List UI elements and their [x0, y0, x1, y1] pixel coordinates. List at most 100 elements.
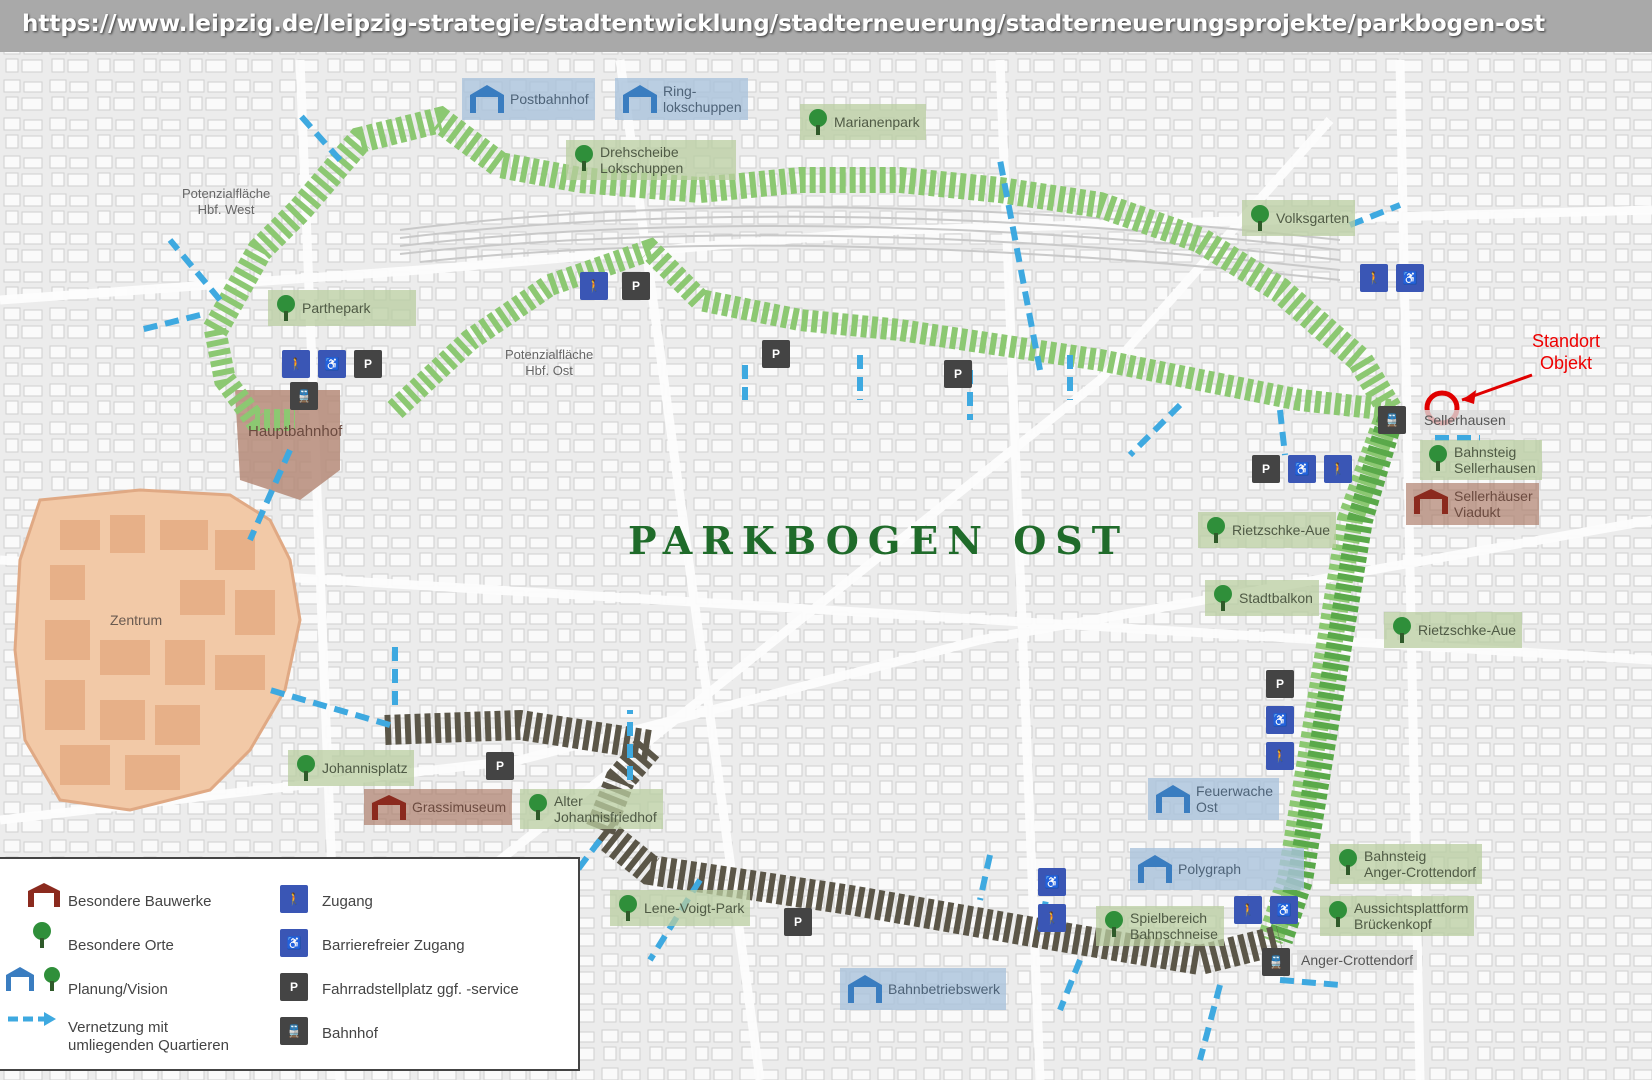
access-icon[interactable]: 🚶: [282, 350, 310, 378]
place-rietzschke-aue-2[interactable]: Rietzschke-Aue: [1384, 612, 1523, 648]
tree-icon: [572, 144, 596, 172]
legend-station: Bahnhof: [322, 1025, 378, 1042]
tree-icon: [1248, 204, 1272, 232]
train-station-icon: 🚆: [280, 1017, 308, 1045]
station-sellerhausen[interactable]: Sellerhausen: [1420, 410, 1510, 430]
place-lene-voigt-park[interactable]: Lene-Voigt-Park: [610, 890, 751, 926]
place-label: Johannisplatz: [322, 760, 408, 776]
building-icon: [370, 793, 408, 821]
place-drehscheibe[interactable]: Drehscheibe Lokschuppen: [566, 140, 736, 180]
plan-ringlokschuppen[interactable]: Ring- lokschuppen: [615, 78, 748, 120]
place-label: Stadtbalkon: [1239, 590, 1313, 606]
legend-access: Zugang: [322, 893, 373, 910]
access-icon[interactable]: 🚶: [580, 272, 608, 300]
wheelchair-icon[interactable]: ♿: [1396, 264, 1424, 292]
wheelchair-icon[interactable]: ♿: [1288, 455, 1316, 483]
potential-area-west: Potenzialfläche Hbf. West: [182, 186, 270, 218]
plan-icon: [621, 83, 659, 115]
bike-parking-icon[interactable]: P: [1266, 670, 1294, 698]
potential-area-east-line2: Hbf. Ost: [525, 363, 573, 378]
tree-icon: [526, 793, 550, 821]
bike-parking-icon: P: [280, 973, 308, 1001]
access-icon[interactable]: 🚶: [1234, 896, 1262, 924]
wheelchair-icon: ♿: [280, 929, 308, 957]
place-johannisplatz[interactable]: Johannisplatz: [288, 750, 414, 786]
bike-parking-icon[interactable]: P: [762, 340, 790, 368]
plan-icon: [468, 83, 506, 115]
bike-parking-icon[interactable]: P: [622, 272, 650, 300]
wheelchair-icon[interactable]: ♿: [1270, 896, 1298, 924]
bike-parking-icon[interactable]: P: [354, 350, 382, 378]
legend-planning: Planung/Vision: [68, 981, 168, 998]
place-label: Alter Johannisfriedhof: [554, 793, 657, 825]
station-anger-crottendorf[interactable]: Anger-Crottendorf: [1297, 950, 1418, 970]
plan-label: Postbahnhof: [510, 91, 589, 107]
place-bahnsteig-anger-crottendorf[interactable]: Bahnsteig Anger-Crottendorf: [1330, 844, 1483, 884]
place-stadtbalkon[interactable]: Stadtbalkon: [1205, 580, 1319, 616]
tree-icon: [1102, 910, 1126, 938]
legend-special-places: Besondere Orte: [68, 937, 174, 954]
building-label: Sellerhäuser Viadukt: [1454, 488, 1533, 520]
district-label-zentrum: Zentrum: [110, 612, 163, 628]
plan-icon: [1154, 783, 1192, 815]
place-mariannenpark[interactable]: Marianenpark: [800, 104, 926, 140]
place-label: Spielbereich Bahnschneise: [1130, 910, 1218, 942]
tree-icon: [1204, 516, 1228, 544]
train-station-icon[interactable]: 🚆: [290, 382, 318, 410]
legend-bike: Fahrradstellplatz ggf. -service: [322, 981, 519, 998]
legend-barrier-free: Barrierefreier Zugang: [322, 937, 465, 954]
plan-label: Ring- lokschuppen: [663, 83, 742, 115]
tree-icon: [274, 294, 298, 322]
url-bar: https://www.leipzig.de/leipzig-strategie…: [0, 0, 1652, 52]
url-text[interactable]: https://www.leipzig.de/leipzig-strategie…: [22, 11, 1545, 37]
place-bahnsteig-sellerhausen[interactable]: Bahnsteig Sellerhausen: [1420, 440, 1542, 480]
plan-feuerwache-ost[interactable]: Feuerwache Ost: [1148, 778, 1280, 820]
place-label: Marianenpark: [834, 114, 920, 130]
standort-line2: Objekt: [1540, 353, 1593, 373]
access-icon[interactable]: 🚶: [1360, 264, 1388, 292]
legend-special-buildings: Besondere Bauwerke: [68, 893, 212, 910]
wheelchair-icon[interactable]: ♿: [318, 350, 346, 378]
building-sellerhaeuser-viadukt[interactable]: Sellerhäuser Viadukt: [1406, 483, 1539, 525]
tree-icon: [294, 754, 318, 782]
label-hauptbahnhof: Hauptbahnhof: [248, 423, 343, 440]
place-label: Aussichtsplattform Brückenkopf: [1354, 900, 1469, 932]
map-stage: { "url": "https://www.leipzig.de/leipzig…: [0, 0, 1652, 1080]
wheelchair-icon[interactable]: ♿: [1266, 706, 1294, 734]
plan-polygraph[interactable]: Polygraph: [1130, 848, 1304, 890]
access-icon[interactable]: 🚶: [1324, 455, 1352, 483]
tree-icon: [1211, 584, 1235, 612]
bike-parking-icon[interactable]: P: [784, 908, 812, 936]
access-icon[interactable]: 🚶: [1038, 904, 1066, 932]
place-label: Lene-Voigt-Park: [644, 900, 745, 916]
tree-icon: [806, 108, 830, 136]
place-aussichtsplattform[interactable]: Aussichtsplattform Brückenkopf: [1320, 896, 1475, 936]
train-station-icon[interactable]: 🚆: [1262, 948, 1290, 976]
potential-area-east: Potenzialfläche Hbf. Ost: [505, 347, 593, 379]
train-station-icon[interactable]: 🚆: [1378, 406, 1406, 434]
place-label: Drehscheibe Lokschuppen: [600, 144, 684, 176]
place-volksgarten[interactable]: Volksgarten: [1242, 200, 1356, 236]
tree-icon: [30, 921, 66, 949]
place-alter-johannisfriedhof[interactable]: Alter Johannisfriedhof: [520, 789, 663, 829]
place-parthepark[interactable]: Parthepark: [268, 290, 416, 326]
bike-parking-icon[interactable]: P: [944, 360, 972, 388]
wheelchair-icon[interactable]: ♿: [1038, 868, 1066, 896]
legend-network: Vernetzung mit umliegenden Quartieren: [68, 1019, 229, 1054]
building-grassimuseum[interactable]: Grassimuseum: [364, 789, 513, 825]
building-icon: [26, 881, 62, 909]
place-label: Parthepark: [302, 300, 371, 316]
access-icon[interactable]: 🚶: [1266, 742, 1294, 770]
tree-icon: [1390, 616, 1414, 644]
tree-icon: [1426, 444, 1450, 472]
bike-parking-icon[interactable]: P: [486, 752, 514, 780]
bike-parking-icon[interactable]: P: [1252, 455, 1280, 483]
plan-label: Polygraph: [1178, 861, 1242, 877]
plan-label: Feuerwache Ost: [1196, 783, 1274, 815]
legend: Besondere Bauwerke Besondere Orte Planun…: [0, 857, 580, 1071]
place-spielbereich[interactable]: Spielbereich Bahnschneise: [1096, 906, 1224, 946]
plan-postbahnhof[interactable]: Postbahnhof: [462, 78, 595, 120]
plan-icon: [846, 973, 884, 1005]
plan-bahnbetriebswerk[interactable]: Bahnbetriebswerk: [840, 968, 1007, 1010]
place-rietzschke-aue-1[interactable]: Rietzschke-Aue: [1198, 512, 1337, 548]
